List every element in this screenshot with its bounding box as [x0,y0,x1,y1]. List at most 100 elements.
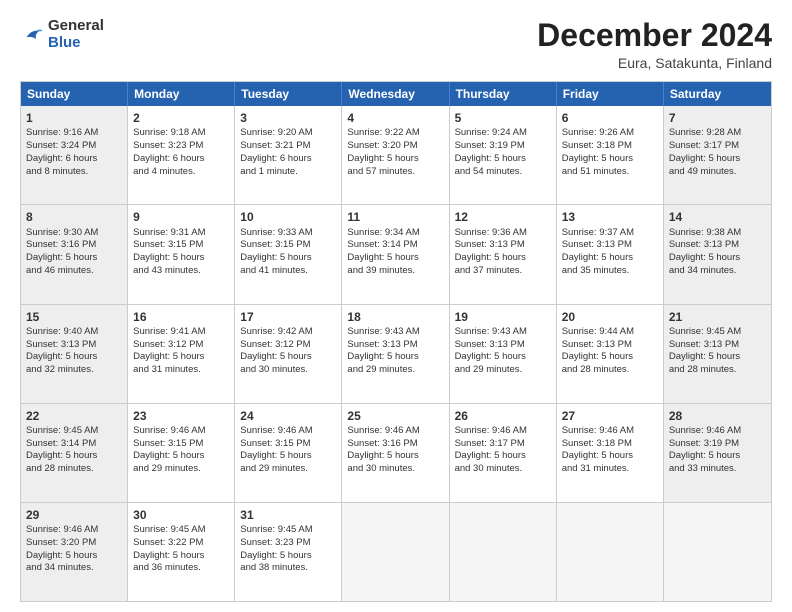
cal-cell-28: 28Sunrise: 9:46 AM Sunset: 3:19 PM Dayli… [664,404,771,502]
cal-cell-empty [450,503,557,601]
col-sunday: Sunday [21,82,128,106]
day-number: 23 [133,408,229,424]
day-number: 28 [669,408,766,424]
day-info: Sunrise: 9:43 AM Sunset: 3:13 PM Dayligh… [347,326,419,375]
day-number: 30 [133,507,229,523]
cal-cell-23: 23Sunrise: 9:46 AM Sunset: 3:15 PM Dayli… [128,404,235,502]
page: General Blue December 2024 Eura, Satakun… [0,0,792,612]
cal-cell-1: 1Sunrise: 9:16 AM Sunset: 3:24 PM Daylig… [21,106,128,204]
day-info: Sunrise: 9:41 AM Sunset: 3:12 PM Dayligh… [133,326,205,375]
calendar-week-5: 29Sunrise: 9:46 AM Sunset: 3:20 PM Dayli… [21,503,771,601]
cal-cell-22: 22Sunrise: 9:45 AM Sunset: 3:14 PM Dayli… [21,404,128,502]
cal-cell-14: 14Sunrise: 9:38 AM Sunset: 3:13 PM Dayli… [664,205,771,303]
day-info: Sunrise: 9:31 AM Sunset: 3:15 PM Dayligh… [133,227,205,276]
cal-cell-24: 24Sunrise: 9:46 AM Sunset: 3:15 PM Dayli… [235,404,342,502]
day-info: Sunrise: 9:28 AM Sunset: 3:17 PM Dayligh… [669,127,741,176]
day-info: Sunrise: 9:43 AM Sunset: 3:13 PM Dayligh… [455,326,527,375]
cal-cell-27: 27Sunrise: 9:46 AM Sunset: 3:18 PM Dayli… [557,404,664,502]
day-info: Sunrise: 9:45 AM Sunset: 3:23 PM Dayligh… [240,524,312,573]
day-info: Sunrise: 9:30 AM Sunset: 3:16 PM Dayligh… [26,227,98,276]
cal-cell-29: 29Sunrise: 9:46 AM Sunset: 3:20 PM Dayli… [21,503,128,601]
day-number: 25 [347,408,443,424]
day-info: Sunrise: 9:46 AM Sunset: 3:15 PM Dayligh… [133,425,205,474]
subtitle: Eura, Satakunta, Finland [537,55,772,71]
day-info: Sunrise: 9:42 AM Sunset: 3:12 PM Dayligh… [240,326,312,375]
logo-text: General Blue [48,18,104,51]
day-number: 20 [562,309,658,325]
day-info: Sunrise: 9:45 AM Sunset: 3:14 PM Dayligh… [26,425,98,474]
logo-icon [20,23,44,47]
day-info: Sunrise: 9:34 AM Sunset: 3:14 PM Dayligh… [347,227,419,276]
cal-cell-8: 8 Sunrise: 9:30 AM Sunset: 3:16 PM Daylig… [21,205,128,303]
day-number: 15 [26,309,122,325]
col-wednesday: Wednesday [342,82,449,106]
cal-cell-18: 18Sunrise: 9:43 AM Sunset: 3:13 PM Dayli… [342,305,449,403]
calendar-week-3: 15Sunrise: 9:40 AM Sunset: 3:13 PM Dayli… [21,305,771,404]
day-number: 27 [562,408,658,424]
day-number: 6 [562,110,658,126]
day-number: 7 [669,110,766,126]
day-info: Sunrise: 9:33 AM Sunset: 3:15 PM Dayligh… [240,227,312,276]
day-info: Sunrise: 9:38 AM Sunset: 3:13 PM Dayligh… [669,227,741,276]
day-number: 10 [240,209,336,225]
cal-cell-7: 7Sunrise: 9:28 AM Sunset: 3:17 PM Daylig… [664,106,771,204]
title-block: December 2024 Eura, Satakunta, Finland [537,18,772,71]
day-number: 11 [347,209,443,225]
day-info: Sunrise: 9:46 AM Sunset: 3:19 PM Dayligh… [669,425,741,474]
col-monday: Monday [128,82,235,106]
cal-cell-6: 6Sunrise: 9:26 AM Sunset: 3:18 PM Daylig… [557,106,664,204]
cal-cell-20: 20Sunrise: 9:44 AM Sunset: 3:13 PM Dayli… [557,305,664,403]
day-info: Sunrise: 9:24 AM Sunset: 3:19 PM Dayligh… [455,127,527,176]
cal-cell-4: 4Sunrise: 9:22 AM Sunset: 3:20 PM Daylig… [342,106,449,204]
day-number: 4 [347,110,443,126]
cal-cell-17: 17Sunrise: 9:42 AM Sunset: 3:12 PM Dayli… [235,305,342,403]
day-number: 19 [455,309,551,325]
day-number: 31 [240,507,336,523]
day-number: 22 [26,408,122,424]
cal-cell-empty [664,503,771,601]
day-number: 29 [26,507,122,523]
day-number: 21 [669,309,766,325]
cal-cell-10: 10 Sunrise: 9:33 AM Sunset: 3:15 PM Dayli… [235,205,342,303]
col-tuesday: Tuesday [235,82,342,106]
day-number: 3 [240,110,336,126]
day-info: Sunrise: 9:46 AM Sunset: 3:20 PM Dayligh… [26,524,98,573]
logo-blue: Blue [48,35,104,52]
day-info: Sunrise: 9:45 AM Sunset: 3:22 PM Dayligh… [133,524,205,573]
day-number: 1 [26,110,122,126]
day-number: 13 [562,209,658,225]
cal-cell-16: 16Sunrise: 9:41 AM Sunset: 3:12 PM Dayli… [128,305,235,403]
day-info: Sunrise: 9:26 AM Sunset: 3:18 PM Dayligh… [562,127,634,176]
day-number: 8 [26,209,122,225]
cal-cell-21: 21Sunrise: 9:45 AM Sunset: 3:13 PM Dayli… [664,305,771,403]
cal-cell-3: 3Sunrise: 9:20 AM Sunset: 3:21 PM Daylig… [235,106,342,204]
day-info: Sunrise: 9:46 AM Sunset: 3:17 PM Dayligh… [455,425,527,474]
day-info: Sunrise: 9:20 AM Sunset: 3:21 PM Dayligh… [240,127,312,176]
day-info: Sunrise: 9:46 AM Sunset: 3:16 PM Dayligh… [347,425,419,474]
cal-cell-26: 26Sunrise: 9:46 AM Sunset: 3:17 PM Dayli… [450,404,557,502]
cal-cell-19: 19Sunrise: 9:43 AM Sunset: 3:13 PM Dayli… [450,305,557,403]
calendar-week-1: 1Sunrise: 9:16 AM Sunset: 3:24 PM Daylig… [21,106,771,205]
day-number: 24 [240,408,336,424]
col-thursday: Thursday [450,82,557,106]
header: General Blue December 2024 Eura, Satakun… [20,18,772,71]
col-saturday: Saturday [664,82,771,106]
main-title: December 2024 [537,18,772,53]
calendar-body: 1Sunrise: 9:16 AM Sunset: 3:24 PM Daylig… [21,106,771,601]
cal-cell-empty [342,503,449,601]
day-number: 18 [347,309,443,325]
logo-general: General [48,18,104,35]
day-info: Sunrise: 9:46 AM Sunset: 3:18 PM Dayligh… [562,425,634,474]
day-number: 2 [133,110,229,126]
day-info: Sunrise: 9:40 AM Sunset: 3:13 PM Dayligh… [26,326,98,375]
day-number: 16 [133,309,229,325]
day-info: Sunrise: 9:37 AM Sunset: 3:13 PM Dayligh… [562,227,634,276]
cal-cell-15: 15Sunrise: 9:40 AM Sunset: 3:13 PM Dayli… [21,305,128,403]
day-info: Sunrise: 9:46 AM Sunset: 3:15 PM Dayligh… [240,425,312,474]
calendar-week-2: 8 Sunrise: 9:30 AM Sunset: 3:16 PM Daylig… [21,205,771,304]
cal-cell-2: 2Sunrise: 9:18 AM Sunset: 3:23 PM Daylig… [128,106,235,204]
col-friday: Friday [557,82,664,106]
day-number: 17 [240,309,336,325]
day-info: Sunrise: 9:44 AM Sunset: 3:13 PM Dayligh… [562,326,634,375]
day-info: Sunrise: 9:45 AM Sunset: 3:13 PM Dayligh… [669,326,741,375]
